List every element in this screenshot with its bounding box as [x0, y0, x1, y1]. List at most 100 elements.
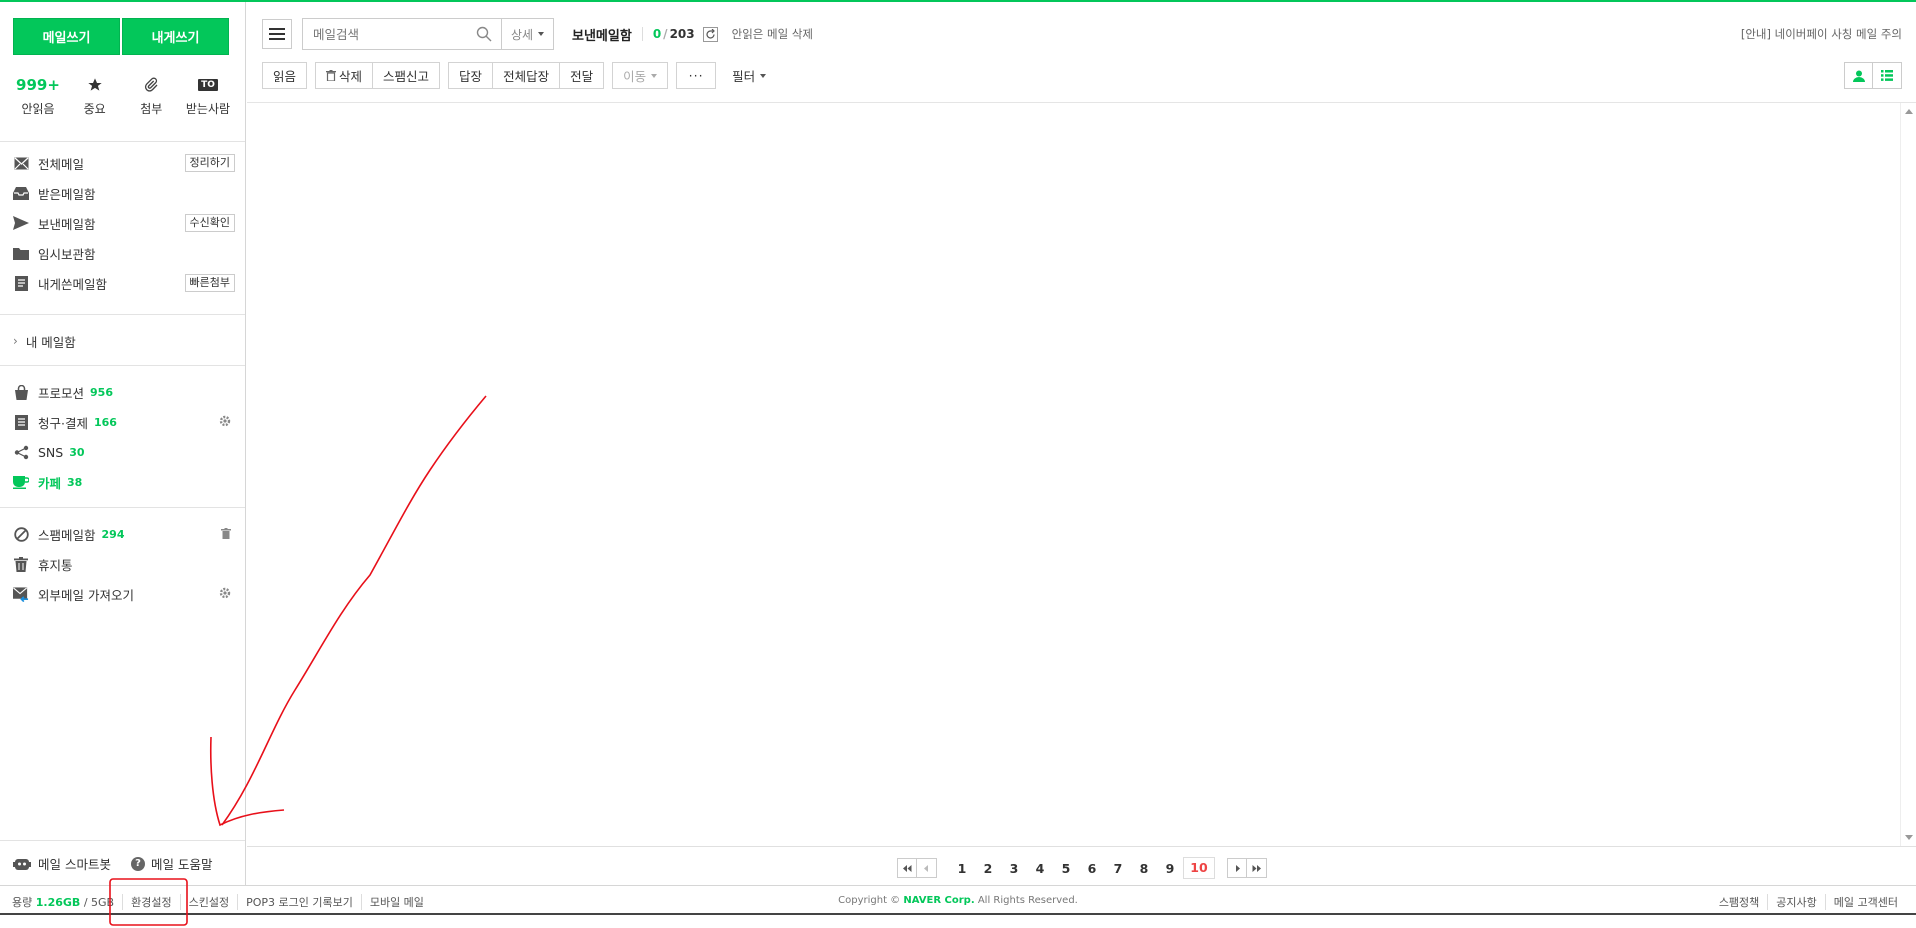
read-receipt-button[interactable]: 수신확인: [184, 214, 235, 232]
recipient-label: 받는사람: [185, 102, 231, 116]
gear-icon[interactable]: [219, 415, 231, 430]
page-link[interactable]: 9: [1157, 861, 1183, 876]
organize-button[interactable]: 정리하기: [184, 154, 235, 172]
report-spam-button[interactable]: 스팸신고: [373, 62, 441, 89]
chevron-right-icon: ›: [13, 334, 18, 348]
trash-small-icon[interactable]: [221, 527, 231, 542]
sidebar-item-sns[interactable]: SNS 30: [13, 437, 235, 467]
mark-read-button[interactable]: 읽음: [262, 62, 308, 89]
gear-icon[interactable]: [219, 587, 231, 602]
sidebar-item-spam[interactable]: 스팸메일함 294: [13, 519, 235, 549]
my-mailbox-toggle[interactable]: › 내 메일함: [13, 330, 76, 352]
unread-mail-count: 0: [652, 27, 662, 41]
page-link[interactable]: 6: [1079, 861, 1105, 876]
detail-search-button[interactable]: 상세: [502, 18, 554, 50]
support-link[interactable]: 메일 고객센터: [1824, 894, 1906, 910]
pagination: 1 2 3 4 5 6 7 8 9 10: [897, 857, 1267, 879]
sidebar-item-drafts[interactable]: 임시보관함: [13, 238, 235, 268]
first-page-icon[interactable]: [897, 858, 917, 878]
main-header: 상세 보낸메일함 0/203 안읽은 메일 삭제 [안내] 네이버페이 사칭 메…: [262, 18, 1916, 50]
scroll-up-icon[interactable]: [1905, 109, 1913, 114]
prev-page-icon[interactable]: [917, 858, 937, 878]
star-icon: [69, 74, 121, 96]
divider: [0, 314, 245, 315]
quick-important[interactable]: 중요: [69, 74, 121, 117]
refresh-icon[interactable]: [702, 26, 718, 42]
robot-icon: [13, 858, 31, 870]
important-label: 중요: [83, 102, 106, 116]
menu-toggle-button[interactable]: [262, 19, 292, 49]
cafe-count: 38: [67, 475, 83, 489]
trash-icon: [326, 70, 337, 81]
more-button[interactable]: ···: [676, 62, 717, 89]
naver-corp-link[interactable]: NAVER Corp.: [903, 895, 974, 906]
notice-link[interactable]: [안내] 네이버페이 사칭 메일 주의: [1741, 26, 1902, 42]
quick-unread[interactable]: 999+ 안읽음: [12, 74, 64, 117]
page-link[interactable]: 2: [975, 861, 1001, 876]
search-icon[interactable]: [467, 26, 501, 42]
coffee-cup-icon: [13, 474, 29, 490]
scroll-down-icon[interactable]: [1905, 835, 1913, 840]
filter-button[interactable]: 필터: [732, 66, 767, 85]
reply-all-button[interactable]: 전체답장: [493, 62, 561, 89]
quick-filters: 999+ 안읽음 중요 첨부 TO 받는사람: [12, 74, 234, 117]
sidebar-item-label: 프로모션: [38, 385, 85, 401]
view-list-button[interactable]: [1873, 62, 1902, 89]
write-mail-button[interactable]: 메일쓰기: [13, 18, 120, 55]
caret-down-icon: [760, 73, 767, 78]
quick-attach[interactable]: 첨부: [125, 74, 177, 117]
scrollbar[interactable]: [1900, 103, 1916, 846]
category-menu: 프로모션 956 청구·결제 166 SNS 30 카페 38: [13, 377, 235, 497]
sidebar-item-sent[interactable]: 보낸메일함 수신확인: [13, 208, 235, 238]
sidebar-item-label: 전체메일: [38, 156, 85, 172]
search-input[interactable]: [313, 26, 463, 42]
sidebar-item-label: 스팸메일함: [38, 527, 96, 543]
unread-label: 안읽음: [21, 102, 55, 116]
hamburger-icon: [269, 28, 285, 40]
divider: [0, 507, 245, 508]
delete-button[interactable]: 삭제: [315, 62, 374, 89]
pagination-divider: [247, 846, 1916, 847]
page-link[interactable]: 5: [1053, 861, 1079, 876]
announcements-link[interactable]: 공지사항: [1767, 894, 1824, 910]
sidebar-item-label: 임시보관함: [38, 246, 96, 262]
copyright: Copyright © NAVER Corp. All Rights Reser…: [838, 895, 1078, 906]
page-link[interactable]: 7: [1105, 861, 1131, 876]
sidebar-item-promotion[interactable]: 프로모션 956: [13, 377, 235, 407]
view-person-button[interactable]: [1844, 62, 1873, 89]
next-page-icon[interactable]: [1227, 858, 1247, 878]
annotation-overlay: [109, 395, 487, 926]
help-button[interactable]: ? 메일 도움말: [130, 854, 212, 873]
sidebar-item-external-mail[interactable]: 외부메일 가져오기: [13, 579, 235, 609]
top-accent-line: [0, 0, 1916, 2]
quick-attach-button[interactable]: 빠른첨부: [184, 274, 235, 292]
smartbot-label: 메일 스마트봇: [38, 857, 111, 872]
reply-button[interactable]: 답장: [448, 62, 494, 89]
last-page-icon[interactable]: [1247, 858, 1267, 878]
sidebar-item-label: 카페: [38, 475, 62, 491]
footer-right: 스팸정책 공지사항 메일 고객센터: [1711, 894, 1906, 910]
delete-unread-link[interactable]: 안읽은 메일 삭제: [732, 26, 813, 42]
page-link[interactable]: 3: [1001, 861, 1027, 876]
page-link[interactable]: 1: [949, 861, 975, 876]
sidebar-item-inbox[interactable]: 받은메일함: [13, 178, 235, 208]
move-button[interactable]: 이동: [612, 62, 669, 89]
shopping-bag-icon: [13, 384, 29, 400]
page-link[interactable]: 4: [1027, 861, 1053, 876]
page-link[interactable]: 8: [1131, 861, 1157, 876]
spam-policy-link[interactable]: 스팸정책: [1711, 894, 1767, 910]
sidebar-item-self-mail[interactable]: 내게쓴메일함 빠른첨부: [13, 268, 235, 298]
sidebar-item-cafe[interactable]: 카페 38: [13, 467, 235, 497]
write-to-self-button[interactable]: 내게쓰기: [122, 18, 229, 55]
list-icon: [1881, 70, 1893, 81]
sidebar-item-label: 보낸메일함: [38, 216, 96, 232]
caret-down-icon: [651, 73, 658, 78]
move-label: 이동: [623, 69, 647, 84]
sidebar-item-trash[interactable]: 휴지통: [13, 549, 235, 579]
forward-button[interactable]: 전달: [560, 62, 605, 89]
smartbot-button[interactable]: 메일 스마트봇: [13, 854, 111, 873]
sidebar-item-billing[interactable]: 청구·결제 166: [13, 407, 235, 437]
sidebar-item-all-mail[interactable]: 전체메일 정리하기: [13, 148, 235, 178]
quick-recipient[interactable]: TO 받는사람: [182, 74, 234, 117]
other-menu: 스팸메일함 294 휴지통 외부메일 가져오기: [13, 519, 235, 609]
